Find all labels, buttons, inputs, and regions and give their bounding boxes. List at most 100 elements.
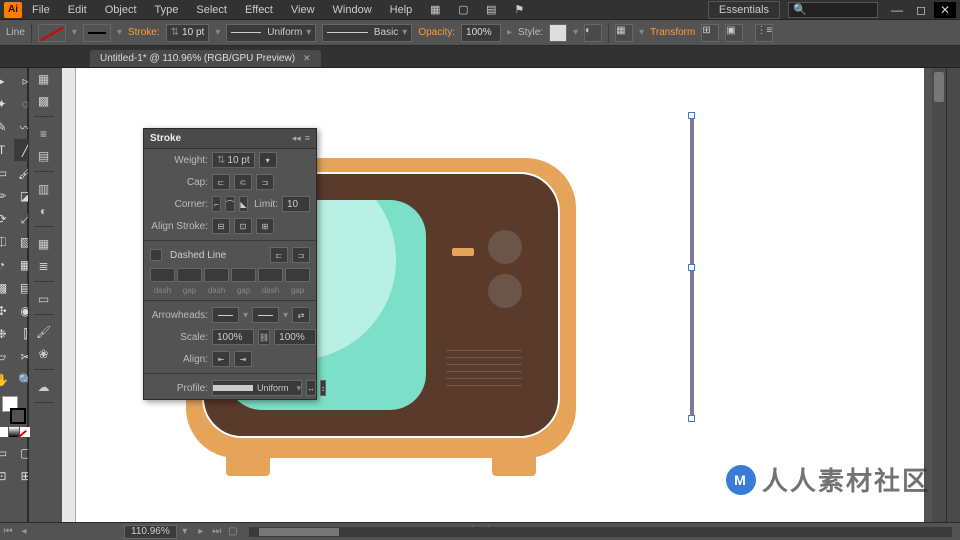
graphic-styles-panel-icon[interactable]: ▦ [34, 235, 54, 253]
horizontal-scrollbar[interactable] [249, 527, 952, 537]
menu-file[interactable]: File [24, 2, 58, 18]
color-mode-button[interactable] [0, 427, 8, 437]
artboard-tool[interactable]: ▱ [0, 346, 14, 368]
dash-field[interactable] [204, 268, 229, 282]
gap-field[interactable] [177, 268, 202, 282]
sync-icon[interactable]: ⚑ [508, 2, 530, 18]
prev-artboard-button[interactable]: ◂ [16, 525, 32, 539]
workspace-switcher[interactable]: Essentials [708, 1, 780, 19]
brushes-panel-icon[interactable]: 🖌 [34, 323, 54, 341]
flip-along-button[interactable]: ↔ [306, 380, 316, 396]
rotate-tool[interactable]: ⟳ [0, 208, 14, 230]
eyedropper-tool[interactable]: ✣ [0, 300, 14, 322]
dashed-line-checkbox[interactable] [150, 249, 162, 261]
libraries-panel-icon[interactable]: ☁ [34, 378, 54, 396]
layers-panel-icon[interactable]: ≣ [34, 257, 54, 275]
menu-window[interactable]: Window [325, 2, 380, 18]
align-center-button[interactable]: ⊟ [212, 218, 230, 234]
first-artboard-button[interactable]: ⏮ [0, 525, 16, 539]
dash-field[interactable] [150, 268, 175, 282]
last-artboard-button[interactable]: ⏭ [209, 525, 225, 539]
edit-button[interactable]: ▣ [725, 24, 743, 42]
shaper-tool[interactable]: ✏ [0, 185, 14, 207]
fill-stroke-control[interactable] [2, 396, 26, 424]
menu-edit[interactable]: Edit [60, 2, 95, 18]
right-dock[interactable] [946, 68, 960, 522]
isolate-button[interactable]: ⊞ [701, 24, 719, 42]
search-input[interactable]: 🔍 [788, 2, 878, 18]
close-button[interactable]: ✕ [934, 2, 956, 18]
rectangle-tool[interactable]: ▭ [0, 162, 14, 184]
corner-miter-button[interactable]: ⌐ [212, 196, 221, 212]
corner-round-button[interactable]: ⌒ [225, 196, 235, 212]
align-outside-button[interactable]: ⊞ [256, 218, 274, 234]
hand-tool[interactable]: ✋ [0, 369, 14, 391]
arrange-icon[interactable]: ▤ [480, 2, 502, 18]
arrow-scale-start-field[interactable]: 100% [212, 329, 254, 345]
selection-handle[interactable] [688, 112, 695, 119]
layout-icon-2[interactable]: ▢ [452, 2, 474, 18]
artboards-panel-icon[interactable]: ▭ [34, 290, 54, 308]
magic-wand-tool[interactable]: ✦ [0, 93, 14, 115]
arrow-scale-end-field[interactable]: 100% [274, 329, 316, 345]
style-dropdown[interactable]: Basic▾ [322, 24, 412, 42]
maximize-button[interactable]: ◻ [910, 2, 932, 18]
appearance-panel-icon[interactable]: ◐ [34, 202, 54, 220]
selection-tool[interactable]: ▸ [0, 70, 14, 92]
pen-tool[interactable]: ✎ [0, 116, 14, 138]
mesh-tool[interactable]: ▩ [0, 277, 14, 299]
arrowhead-start-dropdown[interactable] [212, 307, 239, 323]
transparency-panel-icon[interactable]: ▥ [34, 180, 54, 198]
color-panel-icon[interactable]: ▦ [34, 70, 54, 88]
artboard-nav-button[interactable]: ▢ [225, 525, 241, 539]
flip-across-button[interactable]: ↕ [320, 380, 326, 396]
selection-handle[interactable] [688, 264, 695, 271]
none-mode-button[interactable] [20, 427, 30, 437]
close-tab-icon[interactable]: ✕ [303, 53, 311, 64]
profile-dropdown[interactable]: Uniform▾ [212, 380, 302, 396]
selection-handle[interactable] [688, 415, 695, 422]
dash-align-a-button[interactable]: ⊏ [270, 247, 288, 263]
stroke-weight-input[interactable]: ⇅10 pt [166, 24, 210, 42]
recolor-button[interactable]: ◐ [584, 24, 602, 42]
cap-projecting-button[interactable]: ⊐ [256, 174, 274, 190]
menu-type[interactable]: Type [147, 2, 187, 18]
gap-field[interactable] [231, 268, 256, 282]
vertical-scrollbar[interactable] [932, 68, 946, 522]
swatches-panel-icon[interactable]: ▩ [34, 92, 54, 110]
menu-effect[interactable]: Effect [237, 2, 281, 18]
corner-bevel-button[interactable]: ◣ [239, 196, 248, 212]
zoom-field[interactable]: 110.96% [124, 525, 177, 539]
link-scale-button[interactable]: ⛓ [258, 329, 270, 345]
fill-swatch[interactable] [38, 24, 66, 42]
dash-align-b-button[interactable]: ⊐ [292, 247, 310, 263]
opacity-label[interactable]: Opacity: [418, 27, 455, 38]
menu-object[interactable]: Object [97, 2, 145, 18]
next-artboard-button[interactable]: ▸ [193, 525, 209, 539]
limit-field[interactable]: 10 [282, 196, 310, 212]
cap-butt-button[interactable]: ⊏ [212, 174, 230, 190]
gradient-panel-icon[interactable]: ▤ [34, 147, 54, 165]
draw-normal-button[interactable]: ▭ [0, 442, 14, 464]
transform-label[interactable]: Transform [650, 27, 695, 38]
brush-definition-dropdown[interactable]: Uniform▾ [226, 24, 316, 42]
menu-select[interactable]: Select [188, 2, 235, 18]
screen-mode-button[interactable]: ⊡ [0, 465, 14, 487]
weight-dropdown-button[interactable]: ▾ [259, 152, 277, 168]
swap-arrowheads-button[interactable]: ⇄ [292, 307, 310, 323]
dash-field[interactable] [258, 268, 283, 282]
stroke-panel-icon[interactable]: ≡ [34, 125, 54, 143]
opacity-input[interactable]: 100% [461, 24, 501, 42]
symbols-panel-icon[interactable]: ❀ [34, 345, 54, 363]
panel-menu-icon[interactable]: ≡ [305, 133, 310, 144]
align-arrow-a-button[interactable]: ⇤ [212, 351, 230, 367]
minimize-button[interactable]: — [886, 2, 908, 18]
align-arrow-b-button[interactable]: ⇥ [234, 351, 252, 367]
symbol-sprayer-tool[interactable]: ❉ [0, 323, 14, 345]
menu-help[interactable]: Help [382, 2, 421, 18]
selected-line-object[interactable] [690, 116, 694, 418]
panel-menu-button[interactable]: ⋮≡ [755, 24, 773, 42]
align-button[interactable]: ▦ [615, 24, 633, 42]
gap-field[interactable] [285, 268, 310, 282]
menu-view[interactable]: View [283, 2, 323, 18]
